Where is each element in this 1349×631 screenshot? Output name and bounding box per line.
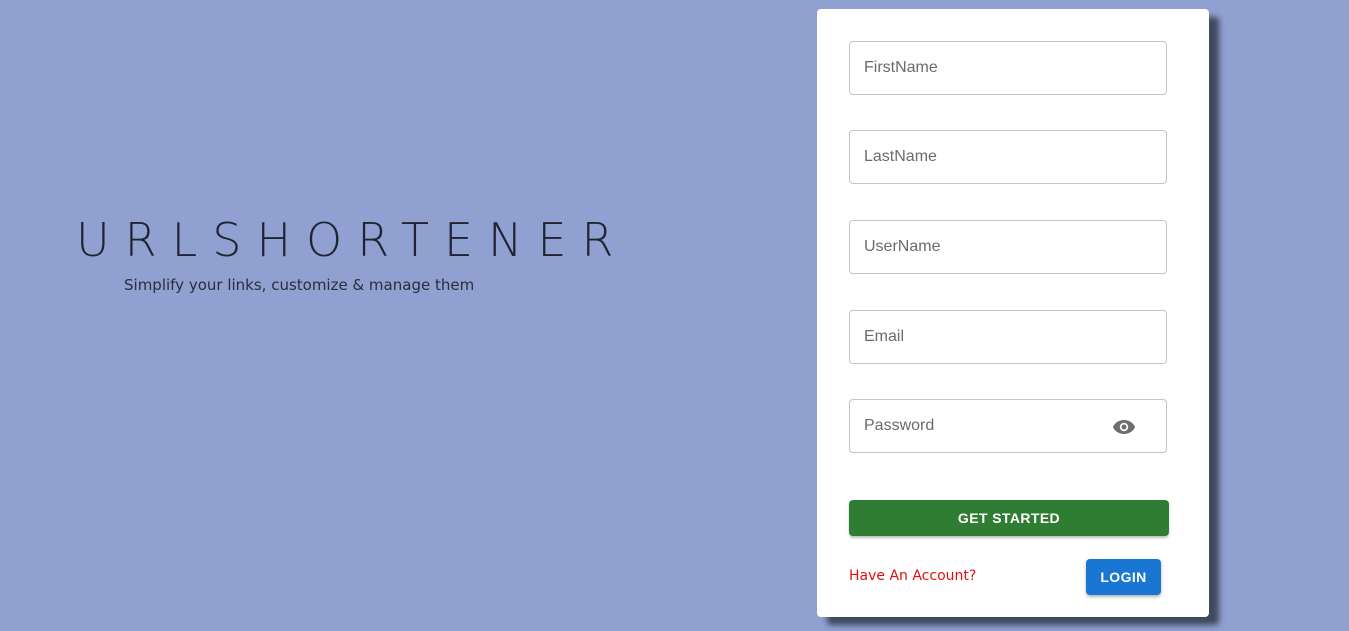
brand-section: URLSHORTENER Simplify your links, custom…: [76, 212, 629, 294]
password-field[interactable]: [849, 399, 1167, 453]
last-name-input[interactable]: [850, 131, 1166, 183]
email-input[interactable]: [850, 311, 1166, 363]
username-input[interactable]: [850, 221, 1166, 273]
last-name-field[interactable]: [849, 130, 1167, 184]
eye-icon[interactable]: [1112, 417, 1136, 437]
first-name-field[interactable]: [849, 41, 1167, 95]
have-account-text: Have An Account?: [849, 568, 977, 584]
signup-page: URLSHORTENER Simplify your links, custom…: [0, 0, 1349, 631]
signup-card: GET STARTED Have An Account? LOGIN: [817, 9, 1209, 617]
login-button[interactable]: LOGIN: [1086, 559, 1161, 595]
brand-tagline: Simplify your links, customize & manage …: [124, 276, 475, 294]
username-field[interactable]: [849, 220, 1167, 274]
get-started-button[interactable]: GET STARTED: [849, 500, 1169, 536]
brand-title: URLSHORTENER: [76, 213, 629, 267]
email-field[interactable]: [849, 310, 1167, 364]
first-name-input[interactable]: [850, 42, 1166, 94]
